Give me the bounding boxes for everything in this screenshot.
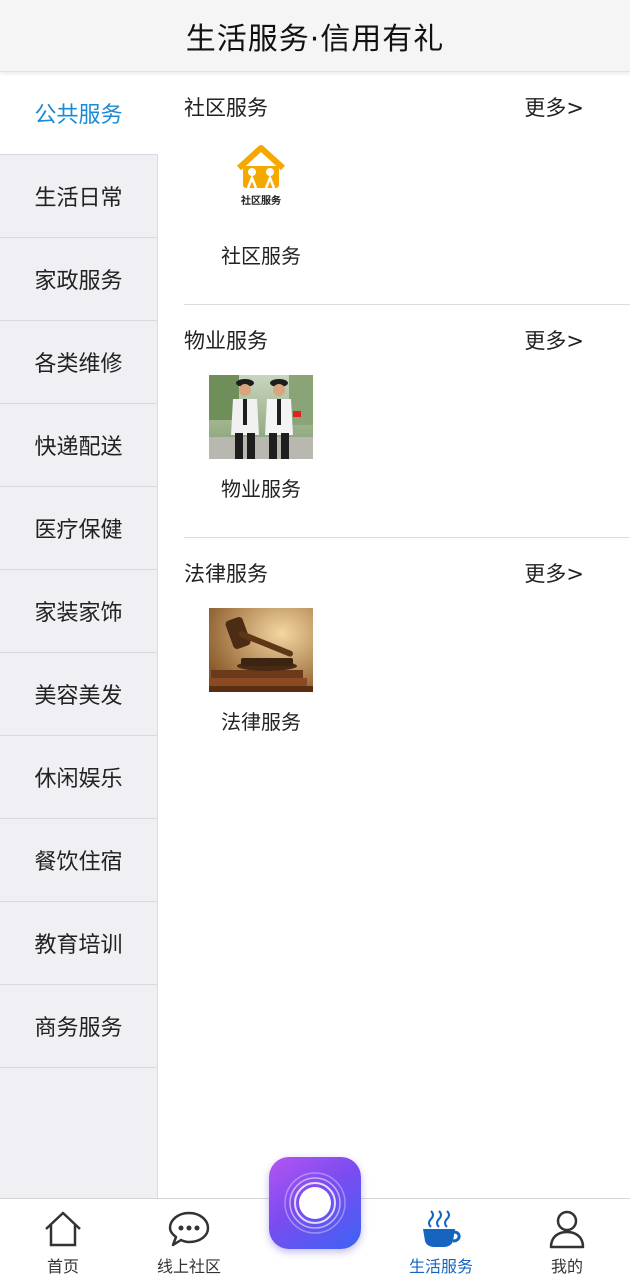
sidebar-item-dining-lodging[interactable]: 餐饮住宿 [0,819,157,902]
sidebar-item-housekeeping[interactable]: 家政服务 [0,238,157,321]
person-icon [549,1210,585,1249]
community-service-logo-icon: 社区服务 [209,142,313,226]
tile-label: 物业服务 [221,477,301,501]
section-header: 法律服务 更多> [184,558,584,588]
chat-bubble-icon [168,1211,210,1247]
top-bar: 生活服务·信用有礼 [0,0,630,72]
tile-label: 法律服务 [221,710,301,734]
gavel-photo-icon [209,608,313,692]
tab-online-community[interactable]: 线上社区 [134,1199,244,1280]
sidebar-item-business[interactable]: 商务服务 [0,985,157,1068]
sidebar-item-daily-life[interactable]: 生活日常 [0,155,157,238]
section-property-services: 物业服务 更多> 物业服务 [184,305,630,538]
sidebar-item-home-decor[interactable]: 家装家饰 [0,570,157,653]
tab-label: 生活服务 [408,1257,473,1276]
section-title: 社区服务 [184,96,268,120]
tile-legal-service[interactable]: 法律服务 [209,608,313,735]
home-icon [45,1211,81,1247]
tab-mine[interactable]: 我的 [512,1199,622,1280]
sidebar-item-education[interactable]: 教育培训 [0,902,157,985]
page-title: 生活服务·信用有礼 [185,21,445,57]
tile-community-service[interactable]: 社区服务 社区服务 [209,142,313,269]
logo-text: 社区服务 [240,194,282,207]
tab-label: 线上社区 [156,1257,221,1276]
tab-label: 我的 [550,1257,583,1276]
security-guards-photo-icon [209,375,313,459]
tile-label: 社区服务 [221,244,301,268]
section-header: 物业服务 更多> [184,325,584,355]
center-action-button[interactable] [269,1157,361,1249]
sidebar-item-express-delivery[interactable]: 快递配送 [0,404,157,487]
sidebar-item-leisure[interactable]: 休闲娱乐 [0,736,157,819]
section-legal-services: 法律服务 更多> 法律服务 [184,538,630,771]
ring-button-icon [284,1172,346,1234]
section-community-services: 社区服务 更多> 社区服务 社区服务 [184,72,630,305]
tab-life-services[interactable]: 生活服务 [386,1199,496,1280]
section-title: 法律服务 [184,562,268,586]
tab-label: 首页 [46,1257,79,1276]
more-link[interactable]: 更多> [524,325,584,355]
tile-property-service[interactable]: 物业服务 [209,375,313,502]
more-link[interactable]: 更多> [524,92,584,122]
sidebar-item-healthcare[interactable]: 医疗保健 [0,487,157,570]
tab-home[interactable]: 首页 [8,1199,118,1280]
section-title: 物业服务 [184,329,268,353]
sidebar-item-repairs[interactable]: 各类维修 [0,321,157,404]
sidebar-item-public-services[interactable]: 公共服务 [0,72,158,155]
more-link[interactable]: 更多> [524,558,584,588]
sidebar-item-beauty-hair[interactable]: 美容美发 [0,653,157,736]
service-content: 社区服务 更多> 社区服务 社区服务 物业服务 更多> 物业服务 法律服务 更多… [158,72,630,1198]
coffee-cup-icon [423,1210,461,1247]
category-sidebar: 公共服务 生活日常 家政服务 各类维修 快递配送 医疗保健 家装家饰 美容美发 … [0,72,158,1198]
section-header: 社区服务 更多> [184,92,584,122]
